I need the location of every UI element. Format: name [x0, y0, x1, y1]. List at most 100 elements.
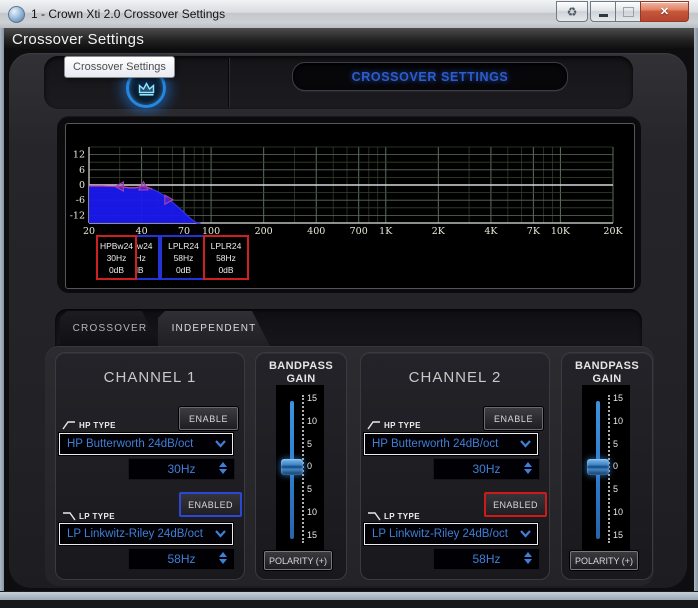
- tab-independent[interactable]: INDEPENDENT: [158, 311, 270, 346]
- x-axis-label: 700: [350, 226, 368, 237]
- lp-type-value: LP Linkwitz-Riley 24dB/oct: [60, 528, 203, 540]
- x-axis-label: 400: [307, 226, 325, 237]
- lp-frequency-value: 58Hz: [472, 552, 500, 566]
- gain-slider-handle[interactable]: [281, 459, 303, 475]
- x-axis-label: 20: [83, 226, 95, 237]
- channel-2-panel: CHANNEL 2 ENABLE HP TYPE HP Butterworth …: [360, 352, 550, 580]
- lp-frequency-value: 58Hz: [167, 552, 195, 566]
- lp-enabled-button[interactable]: ENABLED: [179, 492, 242, 517]
- y-axis-label: -6: [76, 195, 85, 206]
- toolbar-divider: [228, 58, 229, 107]
- window-settings-button[interactable]: ♻: [556, 1, 588, 22]
- minimize-button[interactable]: [590, 1, 617, 22]
- hp-type-value: HP Butterworth 24dB/oct: [60, 438, 193, 450]
- y-axis-label: -12: [70, 210, 85, 221]
- lp-frequency-stepper[interactable]: 58Hz: [128, 548, 235, 570]
- crown-icon: [137, 81, 156, 96]
- lp-enabled-button[interactable]: ENABLED: [484, 492, 547, 517]
- channel-1-panel: CHANNEL 1 ENABLE HP TYPE HP Butterworth …: [55, 352, 245, 580]
- filter-label-hp[interactable]: HPBw24 30Hz 0dB: [96, 235, 137, 280]
- filter-gain: 0dB: [176, 264, 191, 276]
- bandpass-gain-1-panel: BANDPASS GAIN 15105051015 POLARITY (+): [255, 352, 347, 580]
- stepper-arrows-icon[interactable]: [524, 552, 532, 564]
- crossover-settings-display: CROSSOVER SETTINGS: [292, 62, 568, 91]
- filter-freq: 58Hz: [174, 252, 194, 264]
- tooltip: Crossover Settings: [64, 56, 175, 78]
- y-axis-label: 0: [79, 180, 85, 191]
- chevron-down-icon: [215, 530, 226, 538]
- page-title: Crossover Settings: [4, 31, 144, 48]
- lp-type-label: LP TYPE: [62, 511, 115, 521]
- gain-scale-label: 0: [307, 461, 323, 471]
- polarity-button[interactable]: POLARITY (+): [264, 551, 332, 570]
- filter-name: HPBw24: [100, 240, 133, 252]
- hp-type-value: HP Butterworth 24dB/oct: [365, 438, 498, 450]
- maximize-icon: [623, 7, 634, 17]
- hp-enable-button[interactable]: ENABLE: [179, 407, 238, 430]
- gain-scale-label: 5: [613, 439, 629, 449]
- display-label: CROSSOVER SETTINGS: [352, 70, 509, 84]
- filter-gain: 0dB: [109, 264, 124, 276]
- gain-slider-handle[interactable]: [587, 459, 609, 475]
- window-shadow: [0, 600, 698, 608]
- gain-scale-label: 15: [307, 393, 323, 403]
- bandpass-gain-title: BANDPASS GAIN: [256, 360, 346, 386]
- filter-label-lp-ch2[interactable]: LPLR24 58Hz 0dB: [203, 235, 249, 280]
- filter-label-lp-ch1[interactable]: LPLR24 58Hz 0dB: [160, 235, 207, 280]
- lp-frequency-stepper[interactable]: 58Hz: [433, 548, 540, 570]
- gain-scale-label: 15: [613, 393, 629, 403]
- hp-enable-button[interactable]: ENABLE: [484, 407, 543, 430]
- tooltip-text: Crossover Settings: [73, 61, 166, 73]
- x-axis-label: 4K: [484, 226, 498, 237]
- hp-type-label: HP TYPE: [62, 420, 116, 430]
- gain-scale-label: 10: [613, 507, 629, 517]
- x-axis-label: 7K: [527, 226, 541, 237]
- filter-gain: 0dB: [218, 264, 233, 276]
- hp-type-label: HP TYPE: [367, 420, 421, 430]
- lowpass-icon: [62, 511, 76, 521]
- gain-scale-label: 5: [613, 484, 629, 494]
- lowpass-icon: [367, 511, 381, 521]
- minimize-icon: [599, 14, 608, 17]
- highpass-icon: [62, 420, 76, 430]
- channel-title: CHANNEL 2: [361, 369, 549, 386]
- gain-scale-label: 10: [613, 416, 629, 426]
- chevron-down-icon: [215, 440, 226, 448]
- crossover-marker[interactable]: [139, 182, 148, 190]
- gain-scale-label: 5: [307, 439, 323, 449]
- window-title: 1 - Crown Xti 2.0 Crossover Settings: [31, 7, 225, 21]
- y-axis-label: 6: [79, 165, 85, 176]
- stepper-arrows-icon[interactable]: [219, 462, 227, 474]
- bandpass-gain-title: BANDPASS GAIN: [562, 360, 652, 386]
- stepper-arrows-icon[interactable]: [524, 462, 532, 474]
- x-axis-label: 1K: [379, 226, 393, 237]
- hp-frequency-value: 30Hz: [472, 462, 500, 476]
- app-header: Crossover Settings: [4, 28, 694, 50]
- gain-scale-label: 15: [307, 530, 323, 540]
- polarity-button[interactable]: POLARITY (+): [570, 551, 638, 570]
- stepper-arrows-icon[interactable]: [219, 552, 227, 564]
- lp-type-dropdown[interactable]: LP Linkwitz-Riley 24dB/oct: [59, 523, 233, 545]
- chevron-down-icon: [520, 530, 531, 538]
- hp-frequency-stepper[interactable]: 30Hz: [433, 458, 540, 480]
- close-button[interactable]: ✕: [640, 1, 689, 22]
- hp-frequency-stepper[interactable]: 30Hz: [128, 458, 235, 480]
- chevron-down-icon: [520, 440, 531, 448]
- gain-scale-label: 0: [613, 461, 629, 471]
- hp-frequency-value: 30Hz: [167, 462, 195, 476]
- gain-scale-label: 15: [613, 530, 629, 540]
- gain-scale-label: 10: [307, 416, 323, 426]
- gain-scale-label: 5: [307, 484, 323, 494]
- hp-type-dropdown[interactable]: HP Butterworth 24dB/oct: [364, 433, 538, 455]
- lp-type-dropdown[interactable]: LP Linkwitz-Riley 24dB/oct: [364, 523, 538, 545]
- settings-icon: ♻: [567, 5, 578, 19]
- bandpass-gain-2-panel: BANDPASS GAIN 15 10 5 0 5 10 15 POLARITY (+): [561, 352, 653, 580]
- filter-name: LPLR24: [211, 240, 242, 252]
- x-axis-label: 20K: [603, 226, 623, 237]
- filter-freq: 58Hz: [216, 252, 236, 264]
- maximize-button[interactable]: [615, 1, 642, 22]
- channel-title: CHANNEL 1: [56, 369, 244, 386]
- window-border-right: [694, 28, 698, 591]
- close-icon: ✕: [660, 5, 669, 18]
- hp-type-dropdown[interactable]: HP Butterworth 24dB/oct: [59, 433, 233, 455]
